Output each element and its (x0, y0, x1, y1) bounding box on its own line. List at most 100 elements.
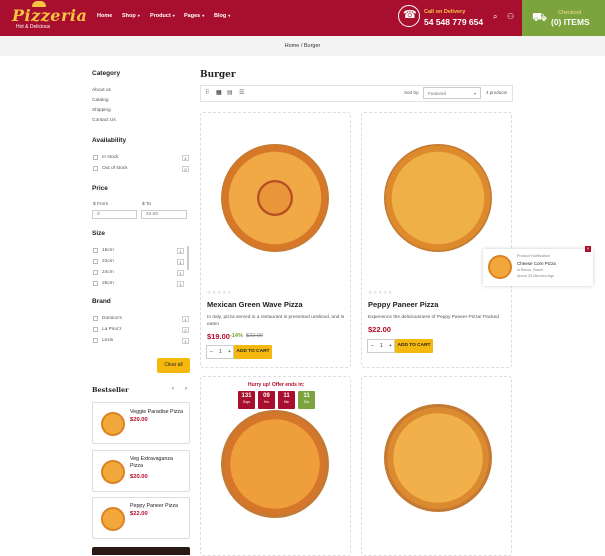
quantity-stepper[interactable]: – 1 + (367, 339, 395, 353)
bestseller-price: $22.00 (130, 511, 148, 517)
checkbox-brand[interactable] (93, 316, 98, 321)
minus-icon[interactable]: – (210, 346, 213, 359)
product-description: Experience the deliciousness of Peppy Pa… (368, 315, 499, 320)
price-from-input[interactable]: 0 (92, 210, 137, 219)
notification-product[interactable]: Cheese Corn Pizza (517, 261, 556, 266)
rating-stars: ★★★★★ (368, 290, 393, 296)
filter-label: Out of stock (102, 166, 128, 171)
breadcrumb-sep: / (300, 43, 303, 49)
notification-location: in Bauru, Brazil (517, 268, 543, 272)
product-image[interactable] (221, 144, 329, 252)
countdown-number: 131 (241, 393, 252, 399)
chevron-down-icon: ▾ (172, 13, 175, 18)
brand-title: Brand (92, 298, 111, 305)
call-number[interactable]: 54 548 779 654 (424, 17, 483, 27)
countdown-number: 11 (303, 393, 310, 399)
category-link[interactable]: Catalog (92, 98, 109, 103)
banner-image[interactable] (92, 547, 190, 555)
scooter-icon: ⛟ (532, 10, 548, 24)
product-description: In Italy, pizza served in a restaurant i… (207, 315, 345, 327)
grid-4-icon[interactable]: ⠿ (205, 90, 211, 96)
product-image[interactable] (384, 144, 492, 252)
checkbox-size[interactable] (93, 270, 98, 275)
product-notification-popup[interactable]: × Product Notification Cheese Corn Pizza… (483, 246, 593, 286)
chevron-right-icon[interactable]: › (185, 386, 187, 392)
filter-count: 4 (182, 155, 189, 161)
chevron-left-icon[interactable]: ‹ (172, 386, 174, 392)
countdown-number: 09 (263, 393, 270, 399)
checkbox-out-of-stock[interactable] (93, 166, 98, 171)
price-to-input[interactable]: 33.00 (141, 210, 187, 219)
user-icon[interactable]: ⚇ (507, 12, 514, 21)
size-scrollbar[interactable] (187, 246, 189, 270)
filter-count: 1 (182, 316, 189, 322)
filter-count: 0 (182, 166, 189, 172)
filter-label: La Pino'z (102, 327, 122, 332)
cart-label: Checkout (558, 10, 582, 16)
product-price: $22.00 (368, 325, 391, 334)
clear-all-button[interactable]: Clear all (157, 358, 190, 373)
nav-product[interactable]: Product ▾ (150, 13, 175, 19)
logo-tagline: Hot & Delicious (16, 24, 51, 30)
list-icon[interactable]: ☰ (239, 90, 245, 96)
filter-label: 22cm (102, 259, 114, 264)
product-count: 4 products (486, 90, 508, 95)
breadcrumb-home[interactable]: Home (285, 43, 300, 49)
filter-label: Domino's (102, 316, 122, 321)
countdown-hours: 09 Hrs (258, 391, 275, 409)
product-image[interactable] (384, 404, 492, 512)
filter-count: 2 (182, 327, 189, 333)
pizza-thumbnail (488, 255, 512, 279)
bestseller-name[interactable]: Veg Extravaganza Pizza (130, 456, 180, 470)
search-icon[interactable]: ⌕ (493, 12, 497, 22)
collection-title: Burger (200, 70, 236, 80)
quantity-stepper[interactable]: – 1 + (206, 345, 234, 359)
product-name[interactable]: Peppy Paneer Pizza (368, 300, 438, 309)
category-link[interactable]: About us (92, 88, 111, 93)
grid-list-icon[interactable]: ▤ (227, 90, 233, 96)
checkbox-in-stock[interactable] (93, 155, 98, 160)
filter-count: 1 (182, 338, 189, 344)
nav-product-label: Product (150, 13, 171, 19)
close-icon[interactable]: × (585, 246, 591, 252)
sort-label: Sort by: (404, 90, 420, 95)
filter-label: In stock (102, 155, 119, 160)
pizza-thumbnail (101, 412, 125, 436)
checkbox-size[interactable] (93, 248, 98, 253)
checkbox-brand[interactable] (93, 327, 98, 332)
countdown-days: 131 Days (238, 391, 255, 409)
add-to-cart-button[interactable]: ADD TO CART (234, 345, 272, 359)
nav-blog[interactable]: Blog ▾ (214, 13, 230, 19)
countdown-unit: Min (283, 400, 290, 404)
breadcrumb: Home / Burger (0, 36, 605, 56)
chevron-down-icon: ▾ (473, 91, 476, 96)
plus-icon[interactable]: + (389, 340, 392, 353)
product-name[interactable]: Mexican Green Wave Pizza (207, 300, 303, 309)
pizza-thumbnail (101, 460, 125, 484)
category-link[interactable]: Shipping (92, 108, 111, 113)
bestseller-price: $20.00 (130, 417, 148, 423)
sort-value: Featured (428, 91, 447, 96)
product-image[interactable] (221, 410, 329, 518)
product-price: $19.00 (207, 332, 230, 341)
bestseller-name[interactable]: Peppy Paneer Pizza (130, 503, 178, 509)
checkbox-size[interactable] (93, 259, 98, 264)
nav-shop[interactable]: Shop ▾ (122, 13, 140, 19)
countdown-unit: Sec (303, 400, 310, 404)
grid-2-icon[interactable]: ▦ (216, 90, 222, 96)
filter-label: 15cm (102, 248, 114, 253)
bestseller-name[interactable]: Veggie Paradise Pizza (130, 409, 183, 415)
minus-icon[interactable]: – (371, 340, 374, 353)
checkbox-size[interactable] (93, 281, 98, 286)
nav-home[interactable]: Home (97, 13, 112, 19)
category-title: Category (92, 70, 121, 77)
add-to-cart-button[interactable]: ADD TO CART (395, 339, 433, 353)
checkbox-brand[interactable] (93, 338, 98, 343)
category-link[interactable]: Contact Us (92, 118, 116, 123)
nav-pages[interactable]: Pages ▾ (184, 13, 204, 19)
site-logo[interactable]: Pizzeria Hot & Delicious (10, 1, 87, 32)
plus-icon[interactable]: + (228, 346, 231, 359)
bestseller-title: Bestseller (92, 386, 129, 394)
sort-select[interactable]: Featured ▾ (423, 87, 481, 99)
cart-button[interactable]: ⛟ Checkout (0) ITEMS (522, 0, 605, 37)
